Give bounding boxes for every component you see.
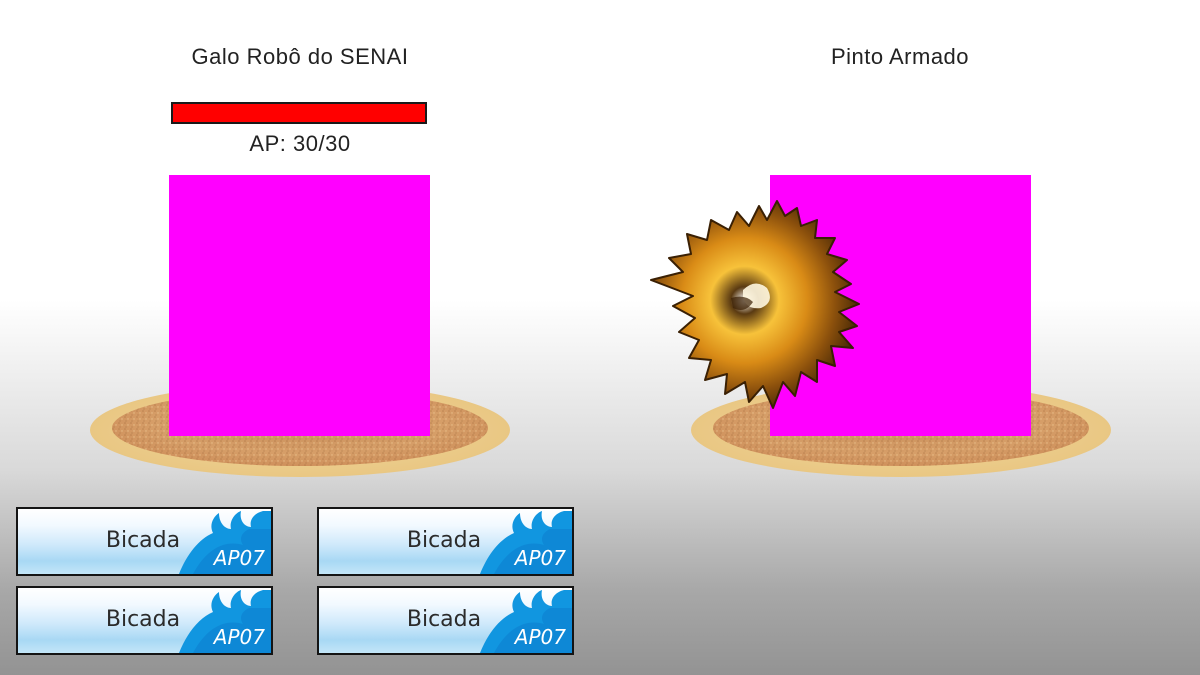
skill-cost: AP07: [213, 625, 265, 649]
player-hp-bar: [171, 102, 427, 124]
skill-cost: AP07: [514, 546, 566, 570]
skill-button-2[interactable]: Bicada AP07: [317, 507, 574, 576]
skill-cost: AP07: [514, 625, 566, 649]
player-name: Galo Robô do SENAI: [191, 44, 409, 69]
explosion-icon: [650, 200, 860, 409]
battle-scene: Galo Robô do SENAI AP: 30/30 Pinto Armad…: [0, 0, 1200, 675]
player-hp-fill: [173, 104, 425, 122]
skill-button-1[interactable]: Bicada AP07: [16, 507, 273, 576]
skill-cost: AP07: [213, 546, 265, 570]
enemy-name: Pinto Armado: [830, 44, 970, 69]
player-sprite: [169, 175, 430, 436]
skill-button-3[interactable]: Bicada AP07: [16, 586, 273, 655]
skill-button-4[interactable]: Bicada AP07: [317, 586, 574, 655]
player-ap-text: AP: 30/30: [249, 131, 351, 156]
